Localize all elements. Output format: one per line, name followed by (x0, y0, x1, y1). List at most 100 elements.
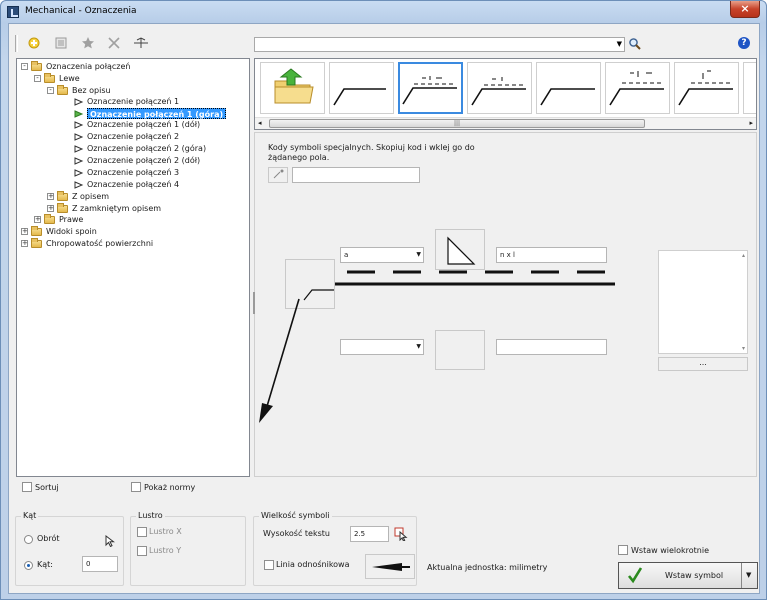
properties-icon[interactable] (54, 36, 68, 50)
expand-icon[interactable]: + (21, 228, 28, 235)
splitter-handle[interactable] (253, 292, 255, 314)
linia-checkbox[interactable] (264, 560, 274, 570)
gallery-thumb[interactable] (467, 62, 532, 114)
more-button[interactable]: ... (658, 357, 748, 371)
expand-icon[interactable]: + (47, 193, 54, 200)
expand-icon[interactable]: + (21, 240, 28, 247)
bottom-symbol-combo[interactable]: ▼ (340, 339, 424, 355)
gallery-thumb[interactable] (329, 62, 394, 114)
wstaw-wielokrotnie-label: Wstaw wielokrotnie (631, 546, 709, 555)
delete-icon[interactable] (107, 36, 121, 50)
tree-item[interactable]: Oznaczenie połączeń 2 (góra) (87, 143, 206, 154)
linia-label: Linia odnośnikowa (276, 560, 350, 569)
gallery-scrollbar[interactable]: ◂ ||| ▸ (255, 117, 756, 129)
symbol-tree[interactable]: - Oznaczenia połączeń - Lewe - Bez opisu… (16, 58, 250, 477)
pick-cursor-icon[interactable] (104, 535, 116, 547)
special-code-field[interactable] (292, 167, 420, 183)
wielkosc-group: Wielkość symboli Wysokość tekstu 2.5 Lin… (253, 511, 417, 586)
leader-style-button[interactable] (365, 554, 415, 579)
dialog-body: ▼ ? - Oznaczenia połączeń - Lewe - Bez o… (8, 23, 760, 594)
weld-symbol-icon (678, 70, 733, 106)
gallery-thumb-folder-up[interactable] (260, 62, 325, 114)
collapse-icon[interactable]: - (34, 75, 41, 82)
weld-type-top-button[interactable] (435, 229, 485, 270)
scroll-down-icon[interactable]: ▾ (742, 345, 745, 352)
pokaz-normy-checkbox[interactable] (131, 482, 141, 492)
scroll-right-icon[interactable]: ▸ (749, 119, 753, 127)
top-symbol-combo[interactable]: a ▼ (340, 247, 424, 263)
weld-symbol-icon (471, 77, 526, 106)
tree-item-selected[interactable]: Oznaczenie połączeń 1 (góra) (87, 108, 227, 119)
wstaw-wielokrotnie-checkbox[interactable] (618, 545, 628, 555)
leader-arrow-style-icon (372, 563, 410, 571)
lustro-y-label: Lustro Y (149, 546, 182, 555)
gallery-thumb-selected[interactable] (398, 62, 463, 114)
tree-node-z-zamknietym[interactable]: Z zamkniętym opisem (72, 203, 161, 214)
tree-item[interactable]: Oznaczenie połączeń 2 (87, 131, 179, 142)
kat-value: 0 (86, 560, 91, 568)
kat-field[interactable]: 0 (82, 556, 118, 572)
chevron-down-icon[interactable]: ▼ (746, 571, 751, 579)
wstaw-symbol-button[interactable]: Wstaw symbol ▼ (618, 562, 758, 589)
folder-icon (31, 226, 42, 236)
obrot-radio[interactable] (24, 535, 33, 544)
chevron-down-icon: ▼ (416, 343, 421, 350)
special-chars-list[interactable]: ▴ ▾ (658, 250, 748, 354)
close-button[interactable]: × (730, 1, 760, 18)
tree-node-lewe[interactable]: Lewe (59, 73, 80, 84)
top-dimension-value: n x l (500, 251, 515, 259)
add-icon[interactable] (27, 36, 41, 50)
gallery-thumb[interactable] (536, 62, 601, 114)
symbol-arrow-icon (74, 145, 84, 153)
help-icon[interactable]: ? (738, 37, 750, 49)
collapse-icon[interactable]: - (21, 63, 28, 70)
symbol-text-icon[interactable] (133, 36, 148, 50)
scroll-left-icon[interactable]: ◂ (258, 119, 262, 127)
sortuj-checkbox[interactable] (22, 482, 32, 492)
collapse-icon[interactable]: - (47, 87, 54, 94)
gallery-thumb[interactable] (674, 62, 739, 114)
tree-item[interactable]: Oznaczenie połączeń 1 (87, 96, 179, 107)
app-icon (7, 6, 19, 18)
lustro-y-checkbox[interactable] (137, 546, 147, 556)
tree-item[interactable]: Oznaczenie połączeń 2 (dół) (87, 155, 200, 166)
gallery-thumb[interactable] (605, 62, 670, 114)
toolbar-grip (15, 35, 18, 52)
tree-item[interactable]: Oznaczenie połączeń 1 (dół) (87, 119, 200, 130)
folder-icon (44, 73, 55, 83)
tree-node-bez-opisu[interactable]: Bez opisu (72, 85, 111, 96)
weld-symbol-icon (333, 88, 386, 106)
lustro-x-checkbox[interactable] (137, 527, 147, 537)
gallery-thumb-partial[interactable] (743, 62, 756, 114)
weld-type-bottom-button[interactable] (435, 330, 485, 370)
wysokosc-field[interactable]: 2.5 (350, 526, 389, 542)
tree-item[interactable]: Oznaczenie połączeń 4 (87, 179, 179, 190)
expand-icon[interactable]: + (34, 216, 41, 223)
tree-node-z-opisem[interactable]: Z opisem (72, 191, 109, 202)
favorite-star-icon[interactable] (81, 36, 95, 50)
chevron-down-icon: ▼ (616, 40, 622, 48)
tree-item[interactable]: Oznaczenie połączeń 3 (87, 167, 179, 178)
symbol-gallery[interactable]: ◂ ||| ▸ (254, 58, 757, 130)
tree-node-widoki[interactable]: Widoki spoin (46, 226, 97, 237)
tree-node-chropowatosc[interactable]: Chropowatość powierzchni (46, 238, 153, 249)
pokaz-normy-label: Pokaż normy (144, 483, 196, 492)
symbol-arrow-icon (74, 181, 84, 189)
scroll-up-icon[interactable]: ▴ (742, 252, 745, 259)
search-combo[interactable]: ▼ (254, 37, 625, 52)
scrollbar-thumb[interactable]: ||| (269, 119, 645, 128)
special-code-button[interactable] (268, 167, 288, 183)
top-dimension-field[interactable]: n x l (496, 247, 607, 263)
weld-symbol-top-icon (402, 76, 457, 105)
pick-text-height-icon[interactable] (394, 527, 408, 541)
title-bar: Mechanical - Oznaczenia × (1, 1, 766, 23)
bottom-dimension-field[interactable] (496, 339, 607, 355)
split-divider (741, 563, 742, 588)
tree-node-root[interactable]: Oznaczenia połączeń (46, 61, 130, 72)
expand-icon[interactable]: + (47, 205, 54, 212)
folder-icon (57, 85, 68, 95)
search-icon[interactable] (628, 37, 642, 51)
kat-radio[interactable] (24, 561, 33, 570)
lustro-x-label: Lustro X (149, 527, 182, 536)
tree-node-prawe[interactable]: Prawe (59, 214, 83, 225)
